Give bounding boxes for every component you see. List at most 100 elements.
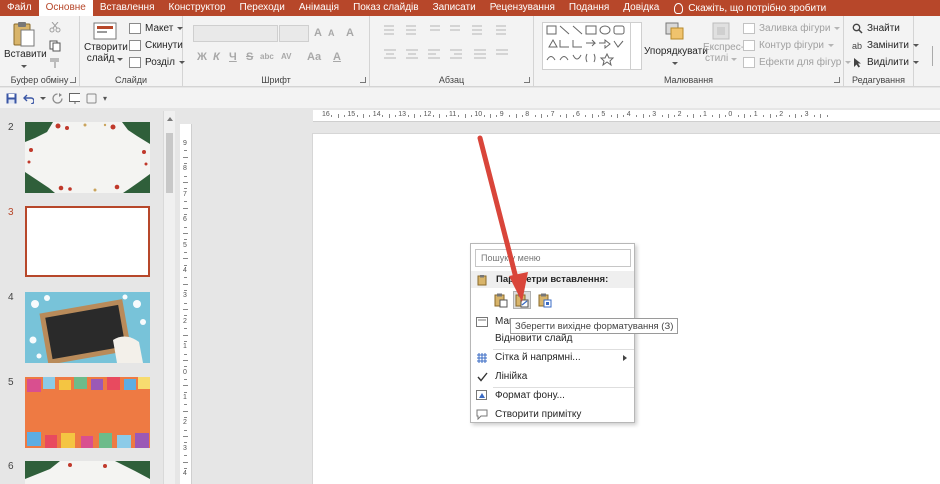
format-painter-icon[interactable]	[49, 57, 61, 69]
tab-help[interactable]: Довідка	[616, 0, 666, 16]
new-slide-button[interactable]: Створити слайд	[84, 20, 128, 74]
format-background-icon	[476, 390, 487, 400]
dialog-launcher-icon[interactable]	[524, 77, 530, 83]
font-size-field[interactable]	[279, 25, 309, 42]
layout-icon	[129, 22, 141, 34]
thumbnail-slide-3[interactable]	[25, 206, 150, 277]
ruler-tick	[394, 115, 396, 117]
ruler-tick	[369, 115, 371, 117]
tab-review[interactable]: Рецензування	[483, 0, 562, 16]
save-icon[interactable]	[6, 93, 17, 104]
tab-home[interactable]: Основне	[38, 0, 93, 16]
tab-file[interactable]: Файл	[0, 0, 39, 16]
new-slide-icon	[93, 22, 117, 40]
ruler-label: 2	[779, 111, 784, 118]
touch-mode-icon[interactable]	[86, 93, 97, 104]
layout-icon	[476, 316, 488, 327]
clear-formatting-icon[interactable]: A	[346, 27, 354, 39]
ruler-label: 4	[626, 111, 631, 118]
paste-button[interactable]: Вставити	[4, 20, 47, 72]
underline-button[interactable]: Ч	[229, 51, 237, 63]
paste-keep-source-formatting-button[interactable]	[513, 291, 531, 309]
gallery-scroll[interactable]	[630, 22, 642, 70]
strikethrough-button[interactable]: S	[246, 51, 253, 63]
menu-search-input[interactable]: Пошук у меню	[475, 249, 631, 267]
arrange-button[interactable]: Упорядкувати	[644, 20, 708, 72]
tab-transitions[interactable]: Переходи	[233, 0, 292, 16]
collapse-ribbon-button[interactable]	[932, 46, 936, 66]
font-color-button[interactable]: A	[333, 51, 341, 63]
ruler-tick	[183, 410, 188, 412]
tab-slideshow[interactable]: Показ слайдів	[346, 0, 426, 16]
tab-view[interactable]: Подання	[562, 0, 616, 16]
find-button[interactable]: Знайти	[852, 21, 900, 35]
replace-button[interactable]: ab Замінити	[852, 38, 919, 52]
font-name-field[interactable]	[193, 25, 278, 42]
shape-outline-label: Контур фігури	[759, 39, 824, 51]
paragraph-buttons[interactable]	[374, 22, 534, 72]
select-button[interactable]: Виділити	[852, 55, 919, 69]
ruler-tick	[636, 115, 638, 117]
tab-animations[interactable]: Анімація	[292, 0, 346, 16]
scroll-thumb[interactable]	[166, 133, 173, 193]
thumbnail-slide-2[interactable]	[25, 122, 150, 193]
customize-qat-icon[interactable]: ▾	[103, 94, 107, 103]
reset-button[interactable]: Скинути	[129, 38, 183, 52]
dialog-launcher-icon[interactable]	[360, 77, 366, 83]
slide-number: 2	[8, 122, 14, 133]
christmas-frame-image	[25, 122, 150, 193]
ruler-label: 3	[652, 111, 657, 118]
paste-use-destination-theme-button[interactable]	[492, 291, 510, 309]
redo-icon[interactable]	[52, 92, 63, 104]
thumbnail-slide-6[interactable]	[25, 461, 150, 484]
bold-button[interactable]: Ж	[197, 51, 207, 63]
quick-styles-button[interactable]: Експрес- стилі	[703, 20, 744, 74]
copy-icon[interactable]	[49, 40, 61, 52]
chevron-down-icon[interactable]	[40, 96, 46, 100]
layout-button[interactable]: Макет	[129, 21, 184, 35]
shape-outline-button[interactable]: Контур фігури	[743, 38, 834, 52]
paste-picture-button[interactable]	[536, 291, 554, 309]
section-button[interactable]: Розділ	[129, 55, 185, 69]
italic-button[interactable]: К	[213, 51, 220, 63]
thumbnails-scrollbar[interactable]	[163, 111, 175, 484]
change-case-button[interactable]: Aa	[307, 51, 321, 63]
ruler-tick	[566, 114, 568, 118]
ruler-tick	[183, 309, 188, 311]
menu-item-grid-guides[interactable]: Сітка й напрямні...	[471, 348, 634, 367]
ruler-tick	[184, 277, 187, 279]
dialog-launcher-icon[interactable]	[834, 77, 840, 83]
tell-me-label: Скажіть, що потрібно зробити	[688, 2, 827, 14]
tab-record[interactable]: Записати	[426, 0, 483, 16]
ruler-tick	[184, 417, 187, 419]
ruler-label: 3	[183, 292, 187, 300]
thumbnail-slide-5[interactable]	[25, 377, 150, 448]
ruler-tick	[183, 359, 188, 361]
slideshow-icon[interactable]	[69, 92, 80, 104]
ruler-tick	[344, 115, 346, 117]
tab-design[interactable]: Конструктор	[162, 0, 233, 16]
checkmark-icon	[476, 372, 488, 382]
scroll-up-icon[interactable]	[167, 117, 173, 121]
menu-item-format-background[interactable]: Формат фону...	[471, 386, 634, 405]
shape-fill-button[interactable]: Заливка фігури	[743, 21, 841, 35]
tell-me-search[interactable]: Скажіть, що потрібно зробити	[674, 2, 827, 14]
cut-icon[interactable]	[49, 22, 61, 33]
tab-insert[interactable]: Вставлення	[93, 0, 162, 16]
chevron-down-icon	[21, 65, 27, 68]
group-label-clipboard: Буфер обміну	[10, 75, 69, 85]
font-shrink-icon[interactable]: A	[328, 28, 335, 38]
shapes-gallery[interactable]	[542, 22, 642, 70]
ruler-tick	[801, 115, 803, 117]
undo-icon[interactable]	[23, 93, 34, 104]
thumbnail-slide-4[interactable]	[25, 292, 150, 363]
char-spacing-button[interactable]: AV	[281, 52, 292, 61]
shape-effects-button[interactable]: Ефекти для фігур	[743, 55, 852, 69]
dialog-launcher-icon[interactable]	[70, 77, 76, 83]
text-shadow-button[interactable]: abc	[260, 52, 274, 61]
menu-item-ruler[interactable]: Лінійка	[471, 367, 634, 386]
font-grow-icon[interactable]: A	[314, 27, 322, 39]
ruler-tick	[184, 251, 187, 253]
menu-item-new-comment[interactable]: Створити примітку	[471, 405, 634, 424]
gifts-image	[25, 377, 150, 448]
